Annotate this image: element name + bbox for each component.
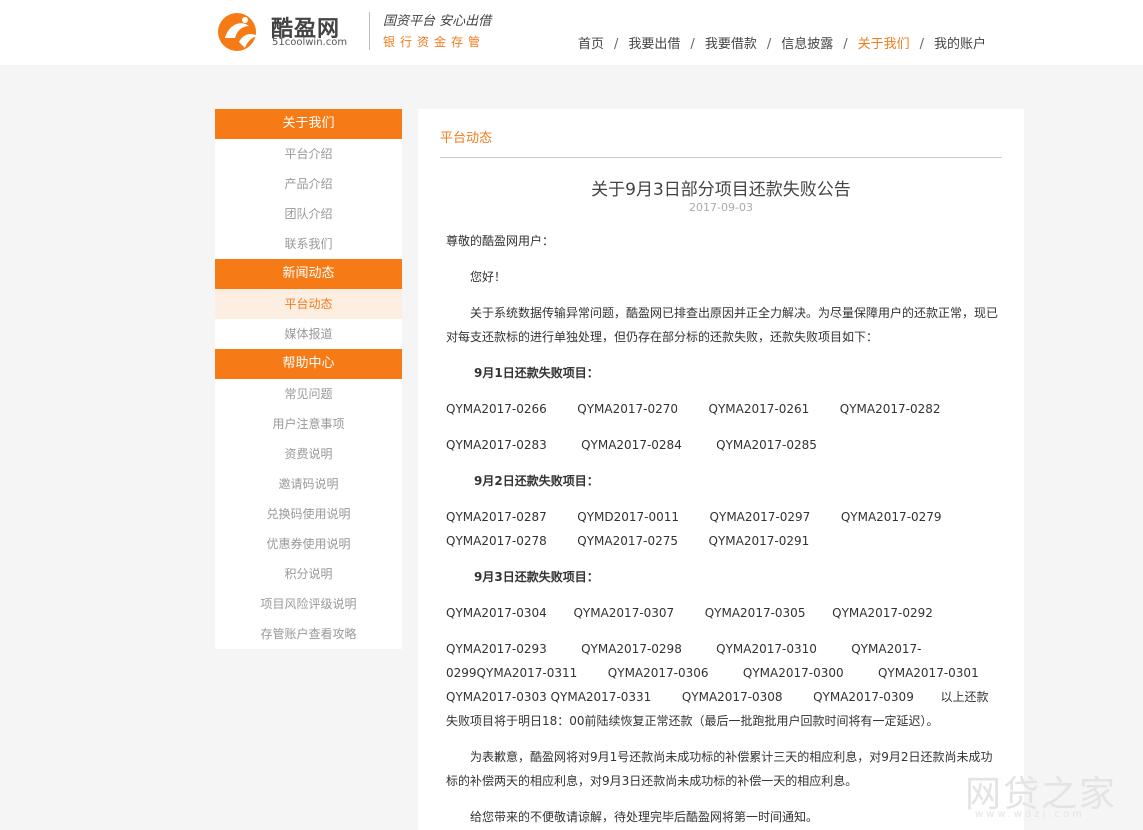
sidebar-group-help[interactable]: 帮助中心 bbox=[215, 349, 402, 379]
article-title: 关于9月3日部分项目还款失败公告 bbox=[591, 180, 851, 200]
nav-home[interactable]: 首页 bbox=[578, 37, 604, 52]
section-title: 平台动态 bbox=[440, 131, 493, 146]
sidebar-item-product-intro[interactable]: 产品介绍 bbox=[215, 169, 402, 199]
day1-heading: 9月1日还款失败项目： bbox=[474, 366, 599, 380]
sidebar-item-user-notes[interactable]: 用户注意事项 bbox=[215, 409, 402, 439]
day2-projects: QYMA2017-0287 QYMD2017-0011 QYMA2017-029… bbox=[446, 510, 957, 548]
logo-mark-icon bbox=[218, 13, 257, 51]
sidebar-item-custody-guide[interactable]: 存管账户查看攻略 bbox=[215, 619, 402, 649]
sidebar: 关于我们 平台介绍 产品介绍 团队介绍 联系我们 新闻动态 平台动态 媒体报道 … bbox=[215, 109, 402, 649]
sidebar-item-risk-rating[interactable]: 项目风险评级说明 bbox=[215, 589, 402, 619]
main-nav: 首页 / 我要出借 / 我要借款 / 信息披露 / 关于我们 / 我的账户 bbox=[578, 33, 986, 52]
day3-heading: 9月3日还款失败项目： bbox=[474, 570, 599, 584]
sidebar-item-points[interactable]: 积分说明 bbox=[215, 559, 402, 589]
day1-projects-line2: QYMA2017-0283 QYMA2017-0284 QYMA2017-028… bbox=[446, 438, 817, 452]
nav-separator: / bbox=[843, 37, 848, 52]
sidebar-item-invite-code[interactable]: 邀请码说明 bbox=[215, 469, 402, 499]
article-body: 尊敬的酷盈网用户： 您好！ 关于系统数据传输异常问题，酷盈网已排查出原因并正全力… bbox=[446, 229, 998, 829]
nav-separator: / bbox=[614, 37, 619, 52]
sidebar-item-platform-news[interactable]: 平台动态 bbox=[215, 289, 402, 319]
day1-projects-line1: QYMA2017-0266 QYMA2017-0270 QYMA2017-026… bbox=[446, 402, 941, 416]
nav-separator: / bbox=[919, 37, 925, 52]
sidebar-item-fees[interactable]: 资费说明 bbox=[215, 439, 402, 469]
nav-lend[interactable]: 我要出借 bbox=[628, 37, 680, 52]
nav-about[interactable]: 关于我们 bbox=[858, 37, 910, 52]
watermark-url: www.wdzj.com bbox=[975, 809, 1085, 820]
sidebar-group-about[interactable]: 关于我们 bbox=[215, 109, 402, 139]
nav-borrow[interactable]: 我要借款 bbox=[705, 37, 757, 52]
logo-slogan: 国资平台 安心出借 bbox=[383, 14, 492, 29]
sidebar-item-platform-intro[interactable]: 平台介绍 bbox=[215, 139, 402, 169]
section-divider bbox=[440, 157, 1002, 158]
nav-account[interactable]: 我的账户 bbox=[934, 37, 986, 52]
compensation-paragraph: 为表歉意，酷盈网将对9月1号还款尚未成功标的补偿累计三天的相应利息，对9月2日还… bbox=[446, 750, 993, 788]
day2-heading: 9月2日还款失败项目： bbox=[474, 474, 599, 488]
day3-projects: QYMA2017-0293 QYMA2017-0298 QYMA2017-031… bbox=[446, 642, 991, 728]
greeting: 尊敬的酷盈网用户： bbox=[446, 234, 555, 248]
day3-projects-line1: QYMA2017-0304 QYMA2017-0307 QYMA2017-030… bbox=[446, 606, 933, 620]
sidebar-item-faq[interactable]: 常见问题 bbox=[215, 379, 402, 409]
hello: 您好！ bbox=[470, 270, 507, 284]
logo-tagline: 银行资金存管 bbox=[383, 35, 486, 49]
sidebar-item-media[interactable]: 媒体报道 bbox=[215, 319, 402, 349]
sidebar-item-coupon[interactable]: 优惠券使用说明 bbox=[215, 529, 402, 559]
logo-divider bbox=[369, 12, 370, 50]
sidebar-item-redeem-code[interactable]: 兑换码使用说明 bbox=[215, 499, 402, 529]
site-header: 酷盈网 51coolwin.com 国资平台 安心出借 银行资金存管 首页 / 我要… bbox=[0, 0, 1143, 65]
logo-domain: 51coolwin.com bbox=[272, 37, 348, 48]
site-logo[interactable]: 酷盈网 51coolwin.com 国资平台 安心出借 银行资金存管 bbox=[215, 6, 515, 56]
article-date: 2017-09-03 bbox=[689, 201, 753, 214]
main-content: 平台动态 关于9月3日部分项目还款失败公告 2017-09-03 尊敬的酷盈网用… bbox=[418, 109, 1024, 830]
nav-separator: / bbox=[690, 37, 695, 52]
sidebar-item-team-intro[interactable]: 团队介绍 bbox=[215, 199, 402, 229]
nav-separator: / bbox=[766, 37, 772, 52]
closing-paragraph: 给您带来的不便敬请谅解，待处理完毕后酷盈网将第一时间通知。 bbox=[470, 810, 819, 824]
sidebar-item-contact[interactable]: 联系我们 bbox=[215, 229, 402, 259]
intro-paragraph: 关于系统数据传输异常问题，酷盈网已排查出原因并正全力解决。为尽量保障用户的还款正… bbox=[446, 306, 999, 344]
nav-disclosure[interactable]: 信息披露 bbox=[781, 37, 833, 52]
sidebar-group-news[interactable]: 新闻动态 bbox=[215, 259, 402, 289]
watermark: 网贷之家 www.wdzj.com bbox=[965, 765, 1135, 825]
